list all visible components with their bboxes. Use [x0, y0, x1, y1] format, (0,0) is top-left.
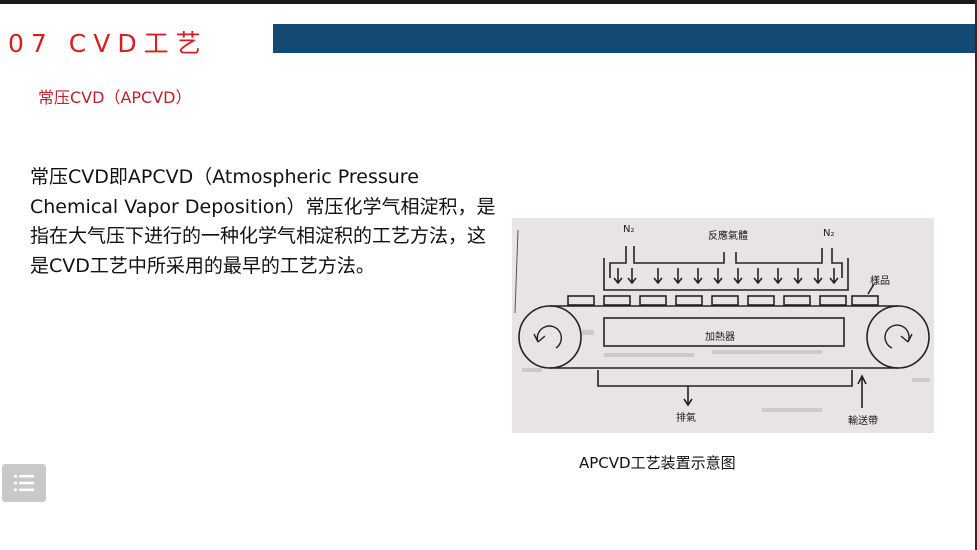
slide-subtitle: 常压CVD（APCVD） [38, 88, 192, 107]
slide-title: 07 CVD工艺 [8, 29, 208, 58]
label-heater: 加熱器 [705, 332, 735, 343]
apcvd-diagram-image: N₂ 反應氣體 N₂ 樣品 加熱器 排氣 輸送帶 [512, 218, 934, 433]
window-top-border [0, 0, 977, 4]
label-exhaust: 排氣 [676, 413, 696, 424]
slide-body-text: 常压CVD即APCVD（Atmospheric Pressure Chemica… [30, 166, 496, 277]
slide-menu-button[interactable] [2, 464, 46, 502]
label-reactant-gas: 反應氣體 [708, 231, 748, 242]
title-bar [273, 24, 975, 53]
list-menu-icon [14, 475, 34, 491]
label-sample: 樣品 [870, 276, 890, 287]
apcvd-diagram-drawing [514, 229, 930, 412]
diagram-caption: APCVD工艺装置示意图 [579, 454, 736, 472]
label-n2-right: N₂ [823, 228, 835, 239]
label-n2-left: N₂ [623, 224, 635, 235]
label-conveyor: 輸送帶 [848, 416, 878, 427]
